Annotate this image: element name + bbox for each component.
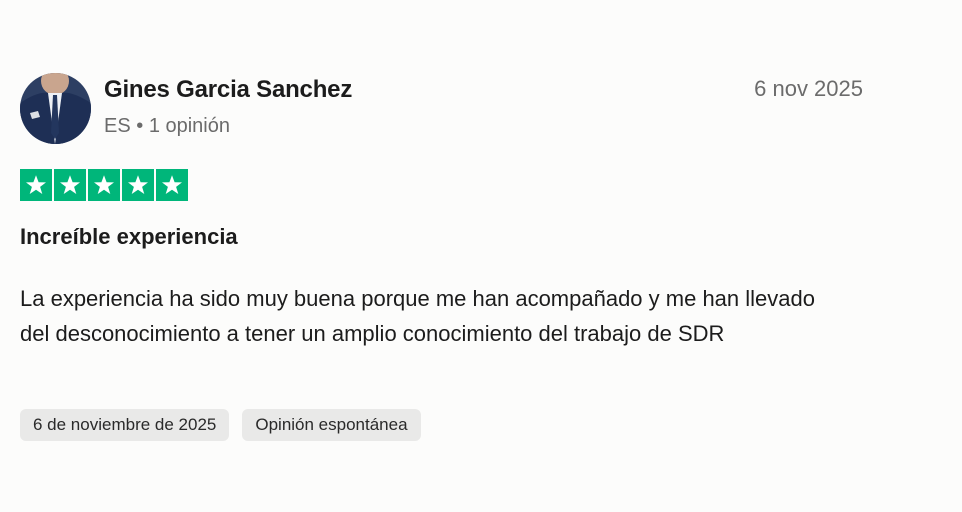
author-review-count: 1 opinión [148,115,230,137]
star-icon [156,169,188,201]
review-body: La experiencia ha sido muy buena porque … [20,286,815,346]
star-icon [54,169,86,201]
author-name[interactable]: Gines Garcia Sanchez [104,76,352,104]
star-icon [122,169,154,201]
tag-experience-date: 6 de noviembre de 2025 [20,409,230,441]
review-title[interactable]: Increíble experiencia [20,224,238,250]
star-rating [20,169,188,201]
author-country: ES [104,115,131,137]
review-tags: 6 de noviembre de 2025 Opinión espontáne… [20,409,421,441]
tag-review-type[interactable]: Opinión espontánea [242,409,421,441]
review-card: Gines Garcia Sanchez ES • 1 opinión 6 no… [0,0,962,512]
separator-dot: • [136,115,149,137]
author-avatar[interactable] [20,73,91,144]
star-icon [20,169,52,201]
author-meta: ES • 1 opinión [104,115,230,138]
review-date: 6 nov 2025 [754,76,863,101]
star-icon [88,169,120,201]
